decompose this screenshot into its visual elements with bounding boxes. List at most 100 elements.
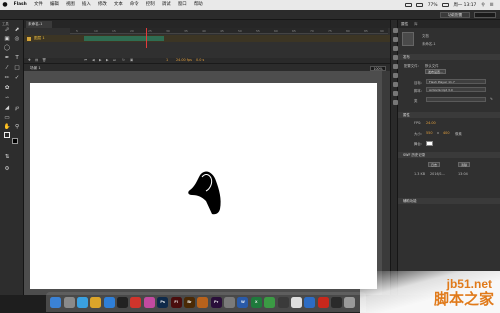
help-search-input[interactable] — [474, 12, 496, 18]
paint-bucket-tool-icon[interactable]: ◢ — [3, 105, 11, 112]
subselection-tool-icon[interactable]: ⬈ — [13, 27, 21, 34]
swatches-panel-icon[interactable] — [392, 37, 398, 42]
text-tool-icon[interactable]: T — [13, 55, 21, 62]
color-panel-icon[interactable] — [392, 28, 398, 33]
spotlight-icon[interactable]: ⚲ — [479, 3, 487, 8]
stage-canvas[interactable] — [30, 83, 377, 289]
notification-center-icon[interactable]: ☰ — [487, 3, 496, 8]
line-tool-icon[interactable]: ⁄ — [3, 65, 11, 72]
menu-edit[interactable]: 编辑 — [46, 0, 62, 10]
eraser-tool-icon[interactable]: ▭ — [3, 115, 11, 122]
dock-app-dark2-icon[interactable] — [331, 296, 343, 308]
clear-button[interactable]: 清除 — [458, 162, 471, 167]
timeline-playhead[interactable] — [146, 28, 147, 48]
publish-settings-button[interactable]: 发布设置... — [425, 69, 446, 74]
stroke-color-swatch[interactable] — [4, 132, 10, 138]
snap-to-objects-icon[interactable]: ⚙ — [3, 166, 11, 173]
stage-vertical-scrollbar[interactable] — [382, 71, 390, 295]
swap-colors-icon[interactable]: ⇅ — [3, 154, 11, 161]
publish-section-header[interactable]: 发布 — [398, 54, 500, 60]
dock-app-circle-icon[interactable] — [290, 296, 302, 308]
dock-bridge-icon[interactable]: Br — [183, 296, 195, 308]
menu-help[interactable]: 帮助 — [190, 0, 206, 10]
timeline-ruler[interactable]: 5 10 15 20 25 30 35 40 45 50 55 60 65 70… — [70, 28, 388, 34]
script-select[interactable]: ActionScript 3.0 — [426, 87, 486, 92]
dock-safari-icon[interactable] — [76, 296, 88, 308]
menu-debug[interactable]: 调试 — [158, 0, 174, 10]
3d-rotation-tool-icon[interactable]: ◎ — [13, 36, 21, 43]
fill-color-swatch[interactable] — [12, 138, 18, 144]
menu-modify[interactable]: 修改 — [94, 0, 110, 10]
actions-panel-icon[interactable] — [392, 100, 398, 105]
properties-section-header[interactable]: 属性 — [398, 112, 500, 118]
dock-word-icon[interactable]: W — [237, 296, 249, 308]
log-button[interactable]: 日志 — [428, 162, 441, 167]
dock-app-orange-icon[interactable] — [197, 296, 209, 308]
dock-photos-icon[interactable] — [143, 296, 155, 308]
class-input[interactable] — [426, 97, 486, 102]
brush-tool-icon[interactable]: ✓ — [13, 75, 21, 82]
dock-chrome-icon[interactable] — [90, 296, 102, 308]
timeline-layer-row[interactable]: 图层 1 — [24, 28, 390, 48]
rectangle-tool-icon[interactable]: □ — [13, 65, 21, 72]
zoom-dropdown[interactable]: 100% — [370, 65, 386, 71]
dock-flash-icon[interactable]: Fl — [170, 296, 182, 308]
target-select[interactable]: Flash Player 11.7 — [426, 79, 486, 84]
eyedropper-tool-icon[interactable]: ℘ — [13, 105, 21, 112]
menu-commands[interactable]: 命令 — [126, 0, 142, 10]
dock-premiere-icon[interactable]: Pr — [210, 296, 222, 308]
layer-name[interactable]: 图层 1 — [34, 35, 45, 42]
pasteboard[interactable] — [24, 71, 390, 295]
dock-finder-icon[interactable] — [50, 296, 62, 308]
wifi-icon[interactable] — [405, 3, 413, 7]
menu-text[interactable]: 文本 — [110, 0, 126, 10]
menu-file[interactable]: 文件 — [30, 0, 46, 10]
menu-control[interactable]: 控制 — [142, 0, 158, 10]
keyframe-span[interactable] — [84, 36, 164, 41]
dock-app-blue-icon[interactable] — [103, 296, 115, 308]
stage-height-value[interactable]: 400 — [443, 131, 449, 135]
battery-percent[interactable]: 77% — [425, 3, 440, 8]
stage-color-swatch[interactable] — [426, 141, 433, 146]
dock-app-red-icon[interactable] — [130, 296, 142, 308]
dock-launchpad-icon[interactable] — [63, 296, 75, 308]
pen-tool-icon[interactable]: ✒ — [3, 55, 11, 62]
battery-icon[interactable] — [442, 3, 449, 7]
dock-flash-player-icon[interactable] — [317, 296, 329, 308]
dock-app-gray-icon[interactable] — [224, 296, 236, 308]
align-panel-icon[interactable] — [392, 46, 398, 51]
lasso-tool-icon[interactable]: ◯ — [3, 45, 11, 52]
pencil-tool-icon[interactable]: ✏ — [3, 75, 11, 82]
deco-tool-icon[interactable]: ✿ — [3, 85, 11, 92]
accessibility-section-header[interactable]: 辅助功能 — [398, 198, 500, 204]
dock-trash-icon[interactable] — [344, 296, 356, 308]
bone-tool-icon[interactable]: ∽ — [3, 95, 11, 102]
workspace-dropdown[interactable]: 功能配置 — [440, 12, 470, 18]
dock-app-dark-icon[interactable] — [277, 296, 289, 308]
code-snippets-icon[interactable] — [392, 73, 398, 78]
apple-menu-icon[interactable]: ● — [0, 0, 10, 10]
tab-properties[interactable]: 属性 — [401, 20, 408, 28]
menu-view[interactable]: 视图 — [62, 0, 78, 10]
menubar-clock[interactable]: 周一 13:17 — [451, 2, 479, 8]
dock-app-green-icon[interactable] — [264, 296, 276, 308]
dock-qq-icon[interactable] — [117, 296, 129, 308]
selection-tool-icon[interactable]: ⬀ — [3, 27, 11, 34]
swf-history-section-header[interactable]: SWF 历史记录 — [398, 152, 500, 158]
drawn-shape[interactable] — [186, 169, 226, 217]
menu-app-flash[interactable]: Flash — [10, 0, 30, 10]
volume-icon[interactable] — [416, 3, 424, 7]
transform-panel-icon[interactable] — [392, 64, 398, 69]
tab-library[interactable]: 库 — [414, 20, 418, 28]
hand-tool-icon[interactable]: ✋ — [3, 124, 11, 131]
dock-excel-icon[interactable]: X — [250, 296, 262, 308]
dock-photoshop-icon[interactable]: Ps — [157, 296, 169, 308]
edit-class-icon[interactable]: ✎ — [490, 97, 493, 101]
info-panel-icon[interactable] — [392, 55, 398, 60]
menu-window[interactable]: 窗口 — [174, 0, 190, 10]
fps-value[interactable]: 24.00 — [426, 121, 436, 125]
menu-insert[interactable]: 插入 — [78, 0, 94, 10]
motion-presets-icon[interactable] — [392, 91, 398, 96]
document-tab[interactable]: 未命名-1 — [26, 21, 52, 28]
free-transform-tool-icon[interactable]: ▣ — [3, 36, 11, 43]
